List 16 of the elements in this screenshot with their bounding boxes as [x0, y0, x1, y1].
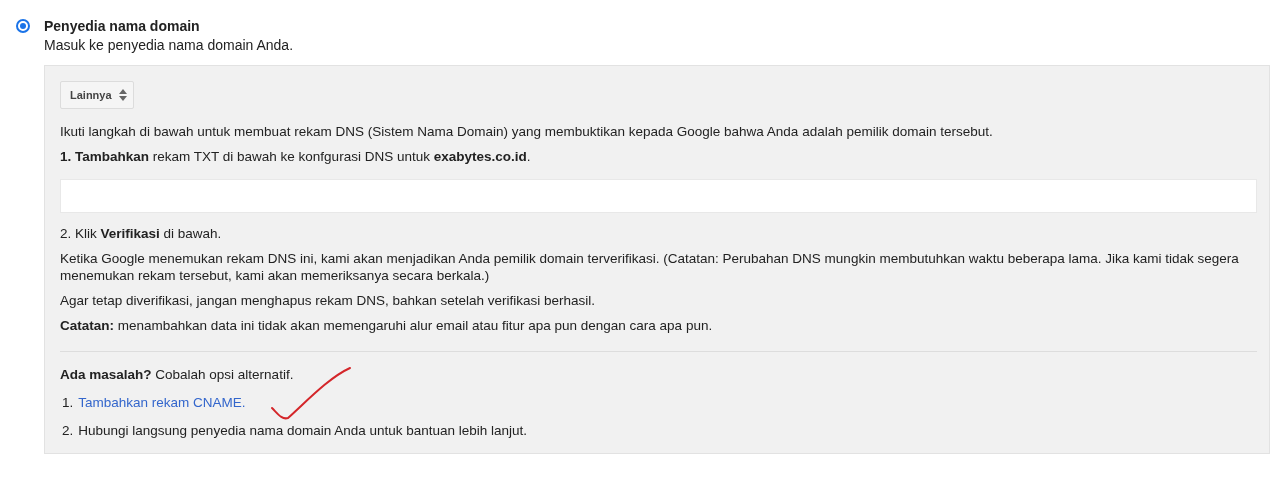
note-text: Catatan: menambahkan data ini tidak akan memengaruhi alur email atau fitur apa pun dengan cara apa pun.: [60, 317, 714, 334]
troubleshoot-heading: Ada masalah? Cobalah opsi alternatif.: [60, 366, 295, 383]
provider-select[interactable]: Lainnya: [60, 81, 134, 109]
option-title: Penyedia nama domain: [44, 18, 201, 35]
radio-button[interactable]: [16, 19, 30, 33]
step-text: 1. Tambahkan rekam TXT di bawah ke konfgurasi DNS untuk exabytes.co.id.: [60, 148, 532, 165]
alternative-text: Hubungi langsung penyedia nama domain Anda untuk bantuan lebih lanjut.: [78, 422, 528, 439]
note-text: Ketika Google menemukan rekam DNS ini, kami akan menjadikan Anda pemilik domain terverifikasi. (Catatan: Perubahan DNS mungkin membutuhkan waktu beberapa lama. Jika kami tidak segera menemukan rekam tersebut, kami akan memeriksanya secara berkala.): [60, 250, 1240, 284]
list-number: 2.: [62, 422, 74, 439]
option-description: Masuk ke penyedia nama domain Anda.: [44, 36, 294, 55]
up-down-arrows-icon: [118, 89, 127, 101]
note-text: Agar tetap diverifikasi, jangan menghapus rekam DNS, bahkan setelah verifikasi berhasil.: [60, 292, 597, 309]
cname-link[interactable]: Tambahkan rekam CNAME.: [78, 394, 246, 411]
list-number: 1.: [62, 394, 74, 411]
intro-text: Ikuti langkah di bawah untuk membuat rekam DNS (Sistem Nama Domain) yang membuktikan kepada Google bahwa Anda adalah pemilik domain tersebut.: [60, 123, 994, 140]
step-text: 2. Klik Verifikasi di bawah.: [60, 225, 223, 242]
